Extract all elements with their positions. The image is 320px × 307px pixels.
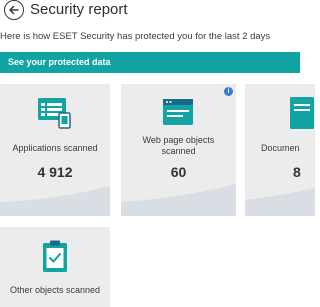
back-button[interactable] (4, 0, 24, 20)
header: Security report (0, 0, 300, 24)
page-subtitle: Here is how ESET Security has protected … (0, 31, 271, 42)
card-wave-decoration (245, 188, 315, 216)
card-label: Documen (261, 143, 300, 153)
browser-window-icon (163, 99, 193, 125)
card-label: Applications scanned (12, 143, 98, 153)
card-value: 4 912 (37, 164, 73, 180)
applications-scanned-card[interactable]: Applications scanned 4 912 (0, 84, 110, 216)
documents-scanned-card[interactable]: Documen 8 (245, 84, 315, 216)
applications-icon (38, 98, 71, 129)
page-title: Security report (30, 1, 128, 18)
card-label: Web page objects scanned (142, 135, 215, 156)
see-protected-data-link[interactable]: See your protected data (8, 57, 111, 67)
card-label: Other objects scanned (9, 285, 101, 295)
card-wave-decoration (121, 184, 236, 216)
other-objects-card[interactable]: Other objects scanned (0, 227, 110, 307)
see-protected-data-banner[interactable]: See your protected data (0, 52, 300, 73)
web-page-objects-card[interactable]: i Web page objects scanned 60 (121, 84, 236, 216)
arrow-left-icon (9, 5, 19, 15)
card-wave-decoration (0, 186, 110, 216)
clipboard-check-icon (43, 240, 67, 272)
info-icon[interactable]: i (224, 87, 233, 96)
card-value: 8 (293, 164, 301, 180)
document-icon (290, 97, 314, 129)
card-value: 60 (170, 164, 187, 180)
